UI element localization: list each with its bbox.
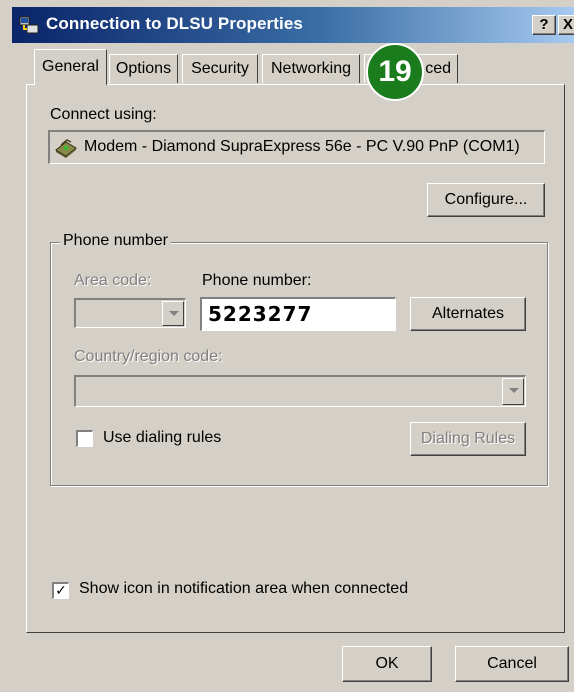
tab-security[interactable]: Security (182, 54, 258, 83)
configure-button[interactable]: Configure... (427, 183, 545, 217)
use-dialing-rules-checkbox[interactable] (76, 430, 93, 447)
window-title: Connection to DLSU Properties (46, 14, 303, 33)
phone-number-label: Phone number: (202, 272, 312, 289)
screenshot: Connection to DLSU Properties ? X Genera… (0, 0, 574, 692)
tab-general[interactable]: General (34, 49, 107, 85)
show-icon-checkbox[interactable]: ✓ (52, 582, 69, 599)
use-dialing-rules-label: Use dialing rules (103, 429, 222, 446)
phone-number-input[interactable]: 5223277 (200, 297, 396, 331)
cancel-button[interactable]: Cancel (455, 646, 569, 682)
modem-icon (54, 136, 78, 158)
chevron-down-icon[interactable] (502, 378, 524, 405)
phone-number-group-title: Phone number (60, 232, 171, 250)
step-number-badge: 19 (366, 43, 424, 101)
modem-list-item[interactable]: Modem - Diamond SupraExpress 56e - PC V.… (48, 130, 545, 164)
tab-options[interactable]: Options (109, 54, 178, 83)
ok-button[interactable]: OK (342, 646, 432, 682)
properties-dialog: Connection to DLSU Properties ? X Genera… (0, 0, 574, 692)
network-connection-icon (18, 14, 40, 36)
close-button[interactable]: X (558, 15, 574, 35)
country-region-label: Country/region code: (74, 348, 223, 365)
help-button[interactable]: ? (532, 15, 556, 35)
tab-networking[interactable]: Networking (262, 54, 360, 83)
modem-name: Modem - Diamond SupraExpress 56e - PC V.… (84, 138, 520, 155)
area-code-dropdown[interactable] (74, 298, 186, 328)
show-icon-label: Show icon in notification area when conn… (79, 580, 409, 597)
dialing-rules-button[interactable]: Dialing Rules (410, 422, 526, 456)
alternates-button[interactable]: Alternates (410, 297, 526, 331)
title-bar[interactable]: Connection to DLSU Properties ? X (12, 7, 574, 43)
country-region-dropdown[interactable] (74, 375, 526, 407)
chevron-down-icon[interactable] (162, 301, 184, 326)
area-code-label: Area code: (74, 272, 152, 289)
connect-using-label: Connect using: (50, 106, 157, 123)
